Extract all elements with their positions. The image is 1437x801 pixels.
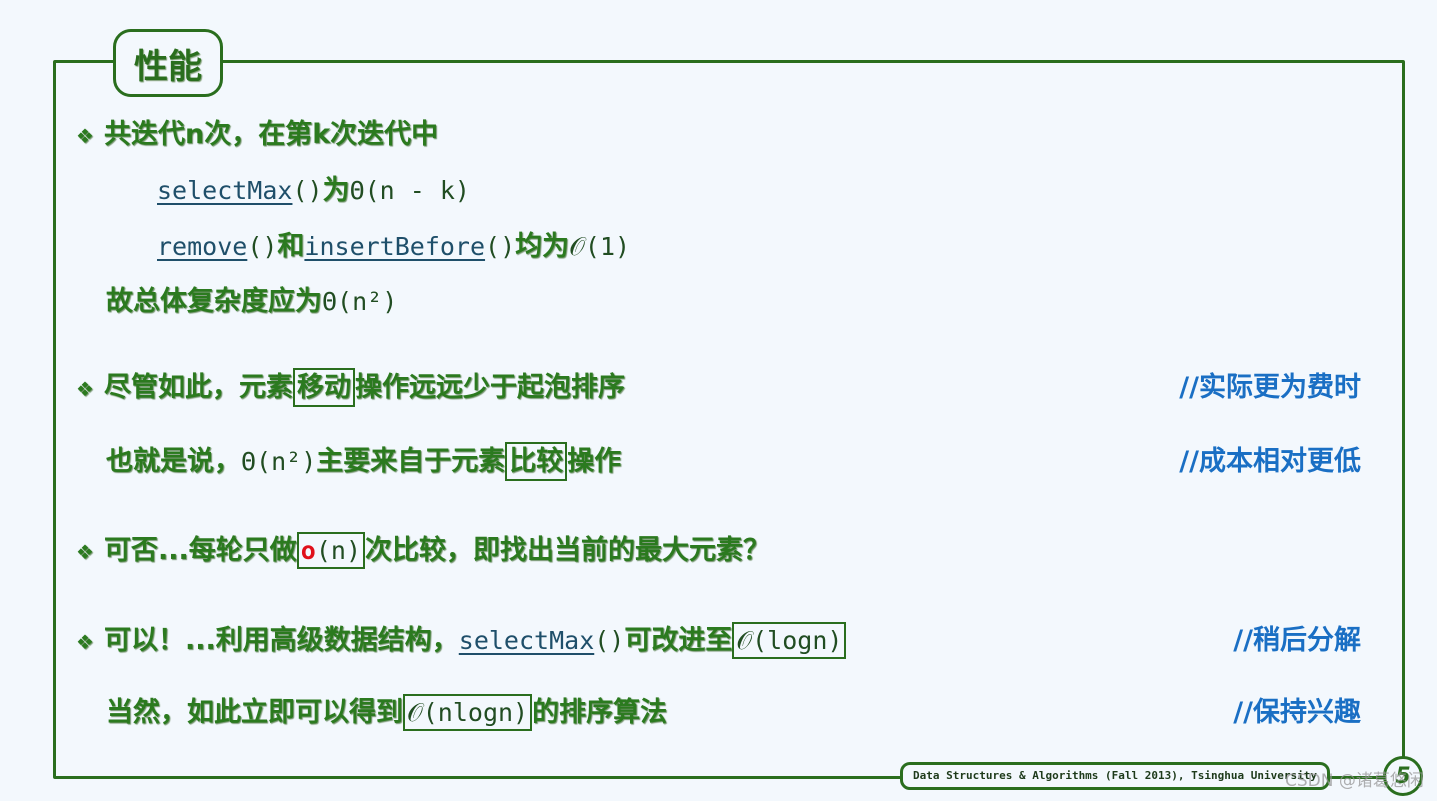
text-segment: 尽管如此，元素 <box>104 372 293 403</box>
code-identifier: selectMax <box>157 176 293 205</box>
watermark: CSDN @诸葛悠闲 <box>1285 771 1424 791</box>
text-segment: 可以！...利用高级数据结构， <box>104 625 459 656</box>
text-segment: 可否...每轮只做 <box>104 535 297 566</box>
text-segment: 为 <box>322 175 350 206</box>
boxed-term: 移动 <box>293 368 355 407</box>
text-segment: 均为 <box>515 231 570 262</box>
diamond-bullet-icon: ❖ <box>76 630 94 654</box>
slide-line: ❖ 可否...每轮只做 o(n) 次比较，即找出当前的最大元素？ <box>76 532 770 570</box>
slide-footer: Data Structures & Algorithms (Fall 2013)… <box>900 762 1330 790</box>
text-segment: 和 <box>277 231 305 262</box>
diamond-bullet-icon: ❖ <box>76 540 94 564</box>
text-segment: 故总体复杂度应为 <box>106 286 322 317</box>
text-segment: 主要来自于元素 <box>316 446 506 477</box>
text-segment: 当然，如此立即可以得到 <box>106 697 403 728</box>
text-segment: 次比较，即找出当前的最大元素？ <box>365 535 770 566</box>
highlight-letter: o <box>300 536 316 565</box>
slide-title: 性能 <box>113 29 223 97</box>
text-segment: 操作远远少于起泡排序 <box>355 372 625 403</box>
code-identifier: insertBefore <box>304 232 486 261</box>
slide-line: 也就是说，Θ(n²)主要来自于元素 比较 操作 <box>106 442 622 481</box>
math-expression: 𝒪(1) <box>569 232 631 261</box>
text-segment: 也就是说， <box>106 446 241 477</box>
math-expression: Θ(n - k) <box>349 176 470 205</box>
line-comment: //保持兴趣 <box>1233 697 1361 728</box>
math-expression: () <box>292 176 323 205</box>
boxed-complexity: o(n) <box>296 532 365 569</box>
slide-line: selectMax()为Θ(n - k) <box>157 173 470 209</box>
text-segment: 操作 <box>567 446 622 477</box>
math-expression: (n) <box>315 536 361 565</box>
code-identifier: remove <box>157 232 248 261</box>
slide-line: 当然，如此立即可以得到 𝒪(nlogn) 的排序算法 <box>106 694 668 731</box>
slide-frame <box>53 60 1405 779</box>
boxed-complexity: 𝒪(logn) <box>732 622 847 659</box>
text-segment: 可改进至 <box>624 625 733 656</box>
line-comment: //成本相对更低 <box>1179 446 1361 477</box>
line-comment: //实际更为费时 <box>1179 372 1361 403</box>
boxed-term: 比较 <box>505 442 568 481</box>
math-expression: Θ(n²) <box>241 447 317 476</box>
math-expression: Θ(n²) <box>322 287 398 316</box>
text-segment: 共迭代n次，在第k次迭代中 <box>104 119 439 150</box>
slide-line: remove()和insertBefore()均为𝒪(1) <box>157 229 630 265</box>
slide-line: ❖ 共迭代n次，在第k次迭代中 <box>76 117 438 154</box>
slide-line: 故总体复杂度应为Θ(n²) <box>106 284 397 320</box>
math-expression: () <box>247 232 278 261</box>
slide-line: ❖ 尽管如此，元素 移动 操作远远少于起泡排序 <box>76 368 625 407</box>
slide-line: ❖ 可以！...利用高级数据结构，selectMax()可改进至 𝒪(logn) <box>76 622 847 660</box>
code-identifier: selectMax <box>458 626 595 655</box>
math-expression: () <box>594 626 625 655</box>
line-comment: //稍后分解 <box>1233 625 1361 656</box>
math-expression: () <box>485 232 516 261</box>
boxed-complexity: 𝒪(nlogn) <box>403 694 533 731</box>
diamond-bullet-icon: ❖ <box>76 124 94 148</box>
diamond-bullet-icon: ❖ <box>76 377 94 401</box>
text-segment: 的排序算法 <box>532 697 668 728</box>
